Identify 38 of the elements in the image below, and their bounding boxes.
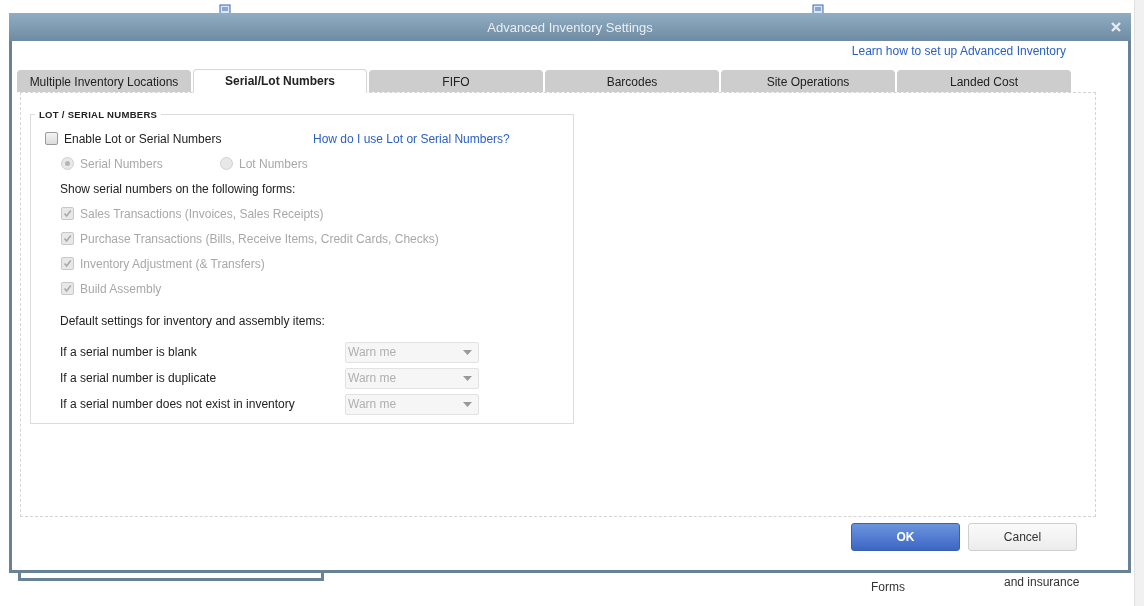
checkbox[interactable] — [45, 132, 58, 145]
tab[interactable]: FIFO — [369, 70, 543, 92]
tab[interactable]: Site Operations — [721, 70, 895, 92]
checkbox-label: Build Assembly — [80, 281, 162, 296]
checkbox-label: Enable Lot or Serial Numbers — [64, 131, 223, 146]
checkmark-icon — [63, 234, 72, 243]
background-label: Forms — [871, 580, 905, 594]
section-heading: Default settings for inventory and assembly items: — [60, 313, 325, 328]
caret-icon — [463, 375, 472, 381]
setting-label: If a serial number does not exist in inventory — [60, 397, 296, 411]
section-title: LOT / SERIAL NUMBERS — [38, 109, 159, 120]
cancel-button[interactable]: Cancel — [968, 523, 1077, 551]
document-icon[interactable] — [218, 4, 232, 14]
section-heading: Show serial numbers on the following forms: — [60, 181, 296, 196]
setting-label: If a serial number is blank — [60, 345, 198, 359]
checkmark-icon — [63, 209, 72, 218]
document-icon[interactable] — [811, 4, 825, 14]
tab[interactable]: Serial/Lot Numbers — [193, 69, 367, 93]
close-icon — [1111, 22, 1121, 32]
checkbox-label: Purchase Transactions (Bills, Receive Items, Credit Cards, Checks) — [80, 231, 439, 246]
caret-icon — [463, 349, 472, 355]
background-label: and insurance — [1004, 575, 1080, 589]
radio-label: Serial Numbers — [80, 156, 164, 171]
tab[interactable]: Multiple Inventory Locations — [17, 70, 191, 92]
help-link[interactable]: Learn how to set up Advanced Inventory — [851, 44, 1066, 65]
tab[interactable]: Barcodes — [545, 70, 719, 92]
radio-label: Lot Numbers — [239, 156, 308, 171]
checkmark-icon — [63, 259, 72, 268]
checkmark-icon — [63, 284, 72, 293]
ok-button[interactable]: OK — [851, 523, 960, 551]
checkbox-label: Sales Transactions (Invoices, Sales Receipts) — [80, 206, 324, 221]
tab[interactable]: Landed Cost — [897, 70, 1071, 92]
help-link[interactable]: How do I use Lot or Serial Numbers? — [313, 131, 510, 146]
caret-icon — [463, 401, 472, 407]
checkbox-label: Inventory Adjustment (& Transfers) — [80, 256, 265, 271]
close-button[interactable] — [1109, 20, 1123, 34]
window-title: Advanced Inventory Settings — [487, 19, 653, 35]
setting-label: If a serial number is duplicate — [60, 371, 218, 385]
